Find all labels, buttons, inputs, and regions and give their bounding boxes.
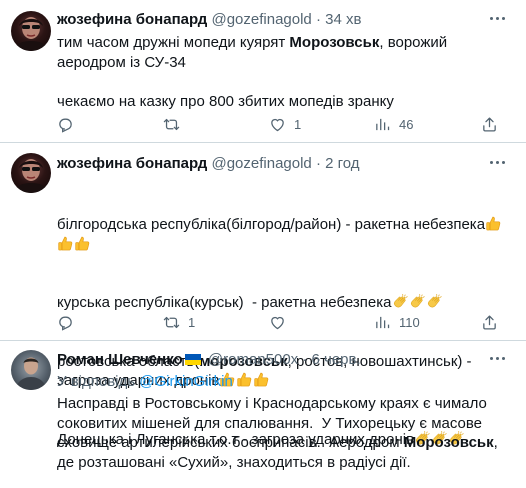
display-name[interactable]: жозефина бонапард [57,11,207,28]
user-handle[interactable]: @roman500x [208,351,298,368]
tweet-feed: жозефина бонапард @gozefinagold · 34 хв … [0,0,526,472]
share-button[interactable] [481,114,498,134]
tweet-2[interactable]: жозефина бонапард @gozefinagold · 2 год … [0,143,526,448]
share-icon [481,116,498,133]
share-button[interactable] [481,312,498,332]
share-icon [481,314,498,331]
retweet-button[interactable] [163,114,188,134]
more-icon[interactable] [488,10,510,30]
separator-dot: · [315,11,321,28]
clapping-hands-emoji [409,293,426,310]
thumbs-up-emoji [57,235,74,252]
thumbs-up-emoji [485,215,502,232]
tweet-text-part: білгородська республіка(білгород/район) … [57,216,486,233]
clapping-hands-emoji [392,293,409,310]
views-count: 110 [399,314,420,330]
retweet-icon [163,116,180,133]
tweet-3[interactable]: Роман Шевченко @roman500x · 6 черв. У ві… [0,341,526,472]
tweet-text-part: тим часом дружні мопеди куярят [57,34,290,51]
mention-link[interactable]: @GirkinGirkin [139,373,233,390]
views-button[interactable]: 110 [374,312,420,332]
reply-button[interactable] [57,312,82,332]
like-icon [269,314,286,331]
ukraine-flag [184,354,201,365]
timestamp[interactable]: 2 год [325,155,359,172]
separator-dot: · [315,155,321,172]
avatar[interactable] [11,153,51,193]
user-handle[interactable]: @gozefinagold [211,155,311,172]
action-bar: 1 110 [57,312,517,332]
retweet-icon [163,314,180,331]
clapping-hands-emoji [426,293,443,310]
retweet-button[interactable]: 1 [163,312,195,332]
reply-icon [57,116,74,133]
reply-to-label: У відповідь [57,373,136,390]
like-count: 1 [294,116,302,132]
tweet-text: тим часом дружні мопеди куярят Морозовсь… [57,33,517,111]
views-button[interactable]: 46 [374,114,413,134]
tweet-1[interactable]: жозефина бонапард @gozefinagold · 34 хв … [0,0,526,142]
tweet-header: Роман Шевченко @roman500x · 6 черв. [57,350,361,370]
highlighted-keyword: Морозовськ [289,34,380,51]
views-icon [374,116,391,133]
timestamp[interactable]: 6 черв. [312,351,361,368]
views-icon [374,314,391,331]
timestamp[interactable]: 34 хв [325,11,361,28]
display-name[interactable]: Роман Шевченко [57,351,183,368]
like-icon [269,116,286,133]
reply-icon [57,314,74,331]
tweet-text: Насправді в Ростовському і Краснодарсько… [57,394,519,472]
reply-button[interactable] [57,114,82,134]
tweet-header: жозефина бонапард @gozefinagold · 34 хв [57,10,361,30]
reply-to-line: У відповідь @GirkinGirkin [57,372,233,392]
separator-dot: · [302,351,308,368]
highlighted-keyword: Морозовськ [403,434,494,451]
more-icon[interactable] [488,350,510,370]
user-handle[interactable]: @gozefinagold [211,11,311,28]
alert-line-1: білгородська республіка(білгород/район) … [57,215,519,254]
thumbs-up-emoji [74,235,91,252]
alert-line-2: курська республіка(курськ) - ракетна неб… [57,293,519,313]
display-name[interactable]: жозефина бонапард [57,155,207,172]
retweet-count: 1 [188,314,196,330]
tweet-header: жозефина бонапард @gozefinagold · 2 год [57,154,360,174]
avatar[interactable] [11,11,51,51]
like-button[interactable]: 1 [269,114,301,134]
tweet-text-part: чекаємо на казку про 800 збитих мопедів … [57,92,394,110]
views-count: 46 [399,116,414,132]
tweet-text-part: курська республіка(курськ) - ракетна неб… [57,294,392,311]
more-icon[interactable] [488,154,510,174]
action-bar: 1 46 [57,114,517,134]
avatar[interactable] [11,350,51,390]
like-button[interactable] [269,312,294,332]
